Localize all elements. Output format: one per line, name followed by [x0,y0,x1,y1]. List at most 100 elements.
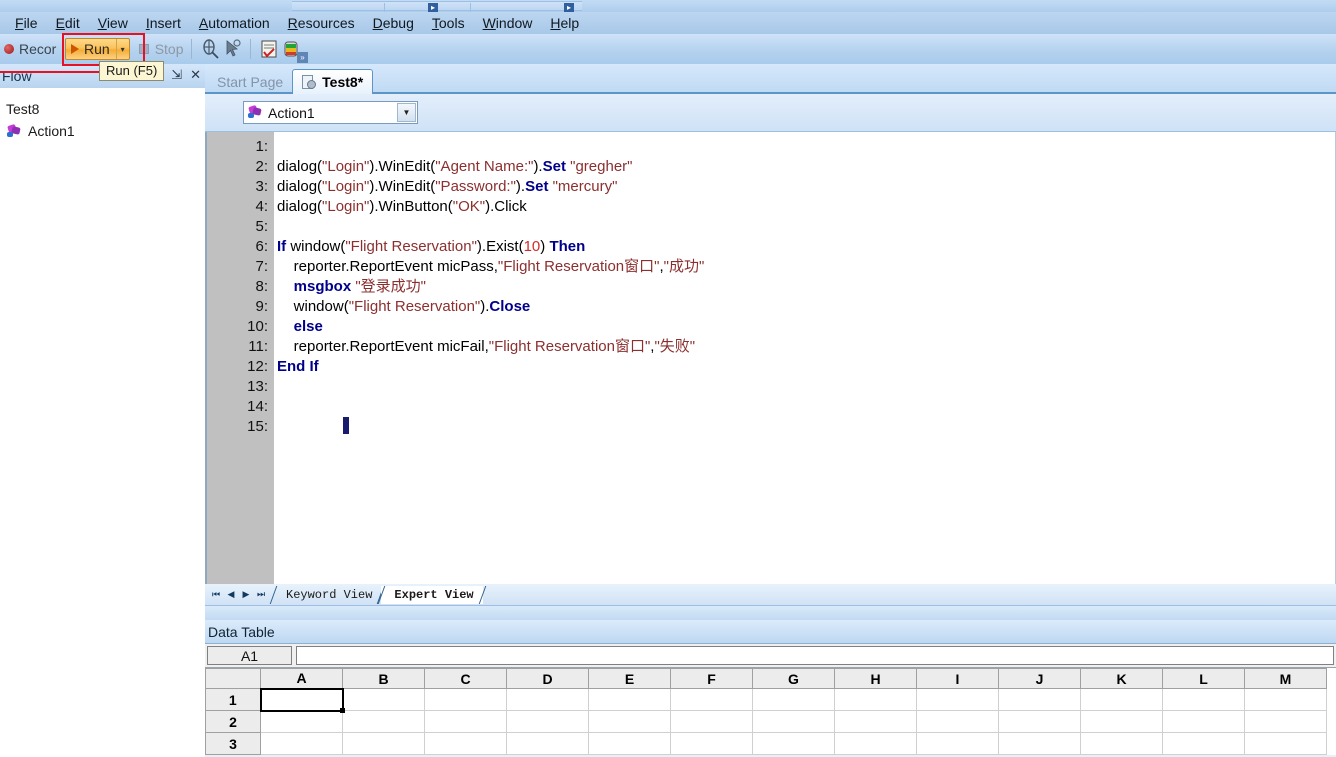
row-header[interactable]: 1 [205,688,261,711]
chevron-down-icon[interactable]: ▼ [397,103,416,122]
menu-item-edit[interactable]: Edit [47,14,89,32]
column-header[interactable]: H [834,668,917,689]
action-icon [248,104,263,119]
column-header[interactable]: D [506,668,589,689]
grid-cell[interactable] [916,710,999,733]
menu-item-resources[interactable]: Resources [279,14,364,32]
column-header[interactable]: C [424,668,507,689]
column-header[interactable]: B [342,668,425,689]
menu-item-tools[interactable]: Tools [423,14,474,32]
grid-cell[interactable] [424,710,507,733]
grid-cell[interactable] [1244,688,1327,711]
grid-cell[interactable] [916,732,999,755]
menu-item-debug[interactable]: Debug [364,14,423,32]
grid-cell[interactable] [1244,710,1327,733]
data-table-grid[interactable]: ABCDEFGHIJKLM 123 [205,668,1336,755]
grid-cell[interactable] [588,732,671,755]
action-selector-combo[interactable]: Action1 ▼ [243,101,418,124]
menu-item-help[interactable]: Help [541,14,588,32]
nav-first-icon[interactable]: ⏮ [210,589,222,600]
grid-cell[interactable] [998,732,1081,755]
code-text-area[interactable]: dialog("Login").WinEdit("Agent Name:").S… [274,132,1335,584]
grid-cell[interactable] [1080,688,1163,711]
grid-cell[interactable] [506,710,589,733]
code-token: Set [525,178,549,195]
column-header[interactable]: M [1244,668,1327,689]
grid-cell[interactable] [834,710,917,733]
toolbar-overflow-button[interactable]: » [297,52,308,63]
grid-cell[interactable] [752,710,835,733]
menu-item-insert[interactable]: Insert [137,14,190,32]
grid-cell[interactable] [424,688,507,711]
grid-cell[interactable] [424,732,507,755]
menu-item-view[interactable]: View [89,14,137,32]
column-header[interactable]: I [916,668,999,689]
grid-cell[interactable] [506,732,589,755]
grid-cell[interactable] [1080,710,1163,733]
grid-cell[interactable] [916,688,999,711]
grid-cell[interactable] [752,732,835,755]
column-header[interactable]: F [670,668,753,689]
grid-cell[interactable] [342,688,425,711]
grid-cell[interactable] [1162,710,1245,733]
grid-cell[interactable] [670,710,753,733]
column-header[interactable]: K [1080,668,1163,689]
pointer-select-icon[interactable] [221,38,243,60]
stop-label: Stop [154,41,184,57]
column-header[interactable]: E [588,668,671,689]
nav-last-icon[interactable]: ⏭ [255,589,267,600]
tab-expert-view[interactable]: Expert View [381,585,483,604]
column-header[interactable]: A [260,668,343,689]
code-token: "Login" [322,198,370,215]
line-number: 12: [247,358,268,375]
nav-prev-icon[interactable]: ◀ [225,589,237,600]
record-button[interactable]: Record [0,41,57,57]
checklist-icon[interactable] [258,38,280,60]
column-header[interactable]: L [1162,668,1245,689]
grid-cell[interactable] [670,732,753,755]
grid-corner[interactable] [205,668,261,689]
grid-cell[interactable] [506,688,589,711]
grid-cell[interactable] [670,688,753,711]
run-dropdown-arrow-icon[interactable]: ▾ [115,39,129,59]
grid-cell[interactable] [1162,688,1245,711]
tree-item-action1[interactable]: Action1 [4,120,205,142]
grid-cell[interactable] [260,732,343,755]
grid-cell[interactable] [1080,732,1163,755]
grid-cell[interactable] [998,688,1081,711]
tab-test8[interactable]: Test8* [292,69,374,94]
menu-label-file: ile [23,15,38,31]
column-header[interactable]: J [998,668,1081,689]
column-header[interactable]: G [752,668,835,689]
tab-start-page[interactable]: Start Page [208,69,292,94]
tab-nav-buttons[interactable]: ⏮ ◀ ▶ ⏭ [208,589,273,600]
formula-input[interactable] [296,646,1334,665]
grid-cell[interactable] [1244,732,1327,755]
grid-cell[interactable] [342,710,425,733]
grid-cell[interactable] [259,687,346,714]
menu-item-automation[interactable]: Automation [190,14,279,32]
row-header[interactable]: 2 [205,710,261,733]
grid-cell[interactable] [260,710,343,733]
grid-cell[interactable] [342,732,425,755]
run-button[interactable]: Run ▾ [65,38,130,60]
close-icon[interactable]: ✕ [190,66,201,84]
row-header[interactable]: 3 [205,732,261,755]
tree-item-test8[interactable]: Test8 [4,98,205,120]
grid-cell[interactable] [588,688,671,711]
grid-cell[interactable] [834,732,917,755]
menu-item-window[interactable]: Window [474,14,542,32]
expert-view-editor[interactable]: 1: 2: 3: 4: 5: 6: 7: 8: 9: 10: 11: 12: 13: 14: 15: dia… [205,132,1336,584]
pin-icon[interactable]: ⇲ [171,66,182,84]
tab-keyword-view[interactable]: Keyword View [273,586,381,604]
grid-cell[interactable] [1162,732,1245,755]
grid-cell[interactable] [998,710,1081,733]
run-button-main[interactable]: Run [66,39,116,59]
menu-item-file[interactable]: File [6,14,47,32]
object-spy-icon[interactable] [199,38,221,60]
grid-cell[interactable] [834,688,917,711]
nav-next-icon[interactable]: ▶ [240,589,252,600]
name-box[interactable]: A1 [207,646,292,665]
grid-cell[interactable] [588,710,671,733]
grid-cell[interactable] [752,688,835,711]
